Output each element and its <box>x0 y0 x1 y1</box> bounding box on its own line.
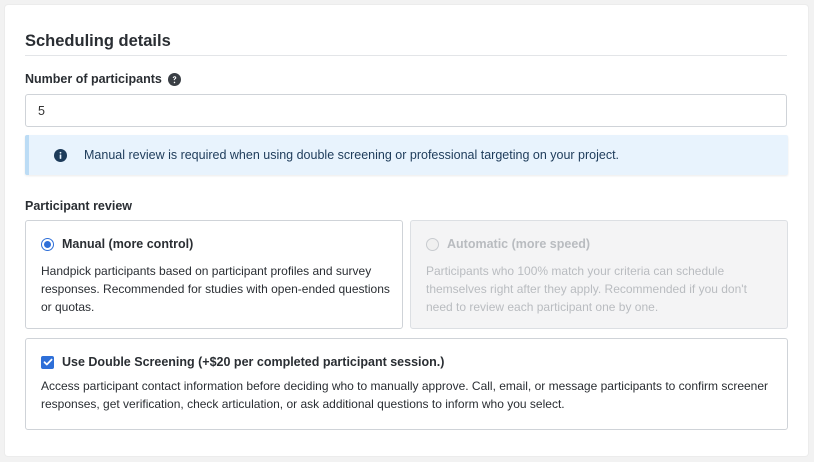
question-circle-icon[interactable] <box>167 72 181 86</box>
section-title: Scheduling details <box>25 32 171 50</box>
participants-number-input[interactable] <box>25 94 787 127</box>
automatic-radio <box>426 237 439 251</box>
checkmark-icon <box>43 358 52 366</box>
double-screening-header: Use Double Screening (+$20 per completed… <box>41 355 444 369</box>
scheduling-details-card: Scheduling details Number of participant… <box>5 5 808 456</box>
double-screening-checkbox[interactable] <box>41 355 54 369</box>
automatic-option-title: Automatic (more speed) <box>447 237 591 251</box>
automatic-option-header: Automatic (more speed) <box>426 237 590 251</box>
info-circle-icon <box>54 148 67 162</box>
manual-review-option[interactable]: Manual (more control) Handpick participa… <box>25 220 403 329</box>
participant-review-label: Participant review <box>25 199 132 213</box>
manual-option-header: Manual (more control) <box>41 237 193 251</box>
manual-radio[interactable] <box>41 237 54 251</box>
manual-option-description: Handpick participants based on participa… <box>41 264 390 314</box>
double-screening-title: Use Double Screening (+$20 per completed… <box>62 355 445 369</box>
automatic-review-option: Automatic (more speed) Participants who … <box>410 220 788 329</box>
automatic-option-description: Participants who 100% match your criteri… <box>426 264 747 314</box>
section-divider <box>25 55 787 56</box>
manual-option-title: Manual (more control) <box>62 237 194 251</box>
double-screening-option[interactable]: Use Double Screening (+$20 per completed… <box>25 338 788 430</box>
participants-label-text: Number of participants <box>25 72 162 86</box>
notice-text: Manual review is required when using dou… <box>84 148 620 162</box>
double-screening-description: Access participant contact information b… <box>41 379 769 411</box>
participants-label: Number of participants <box>25 72 181 86</box>
manual-review-notice: Manual review is required when using dou… <box>25 135 788 175</box>
